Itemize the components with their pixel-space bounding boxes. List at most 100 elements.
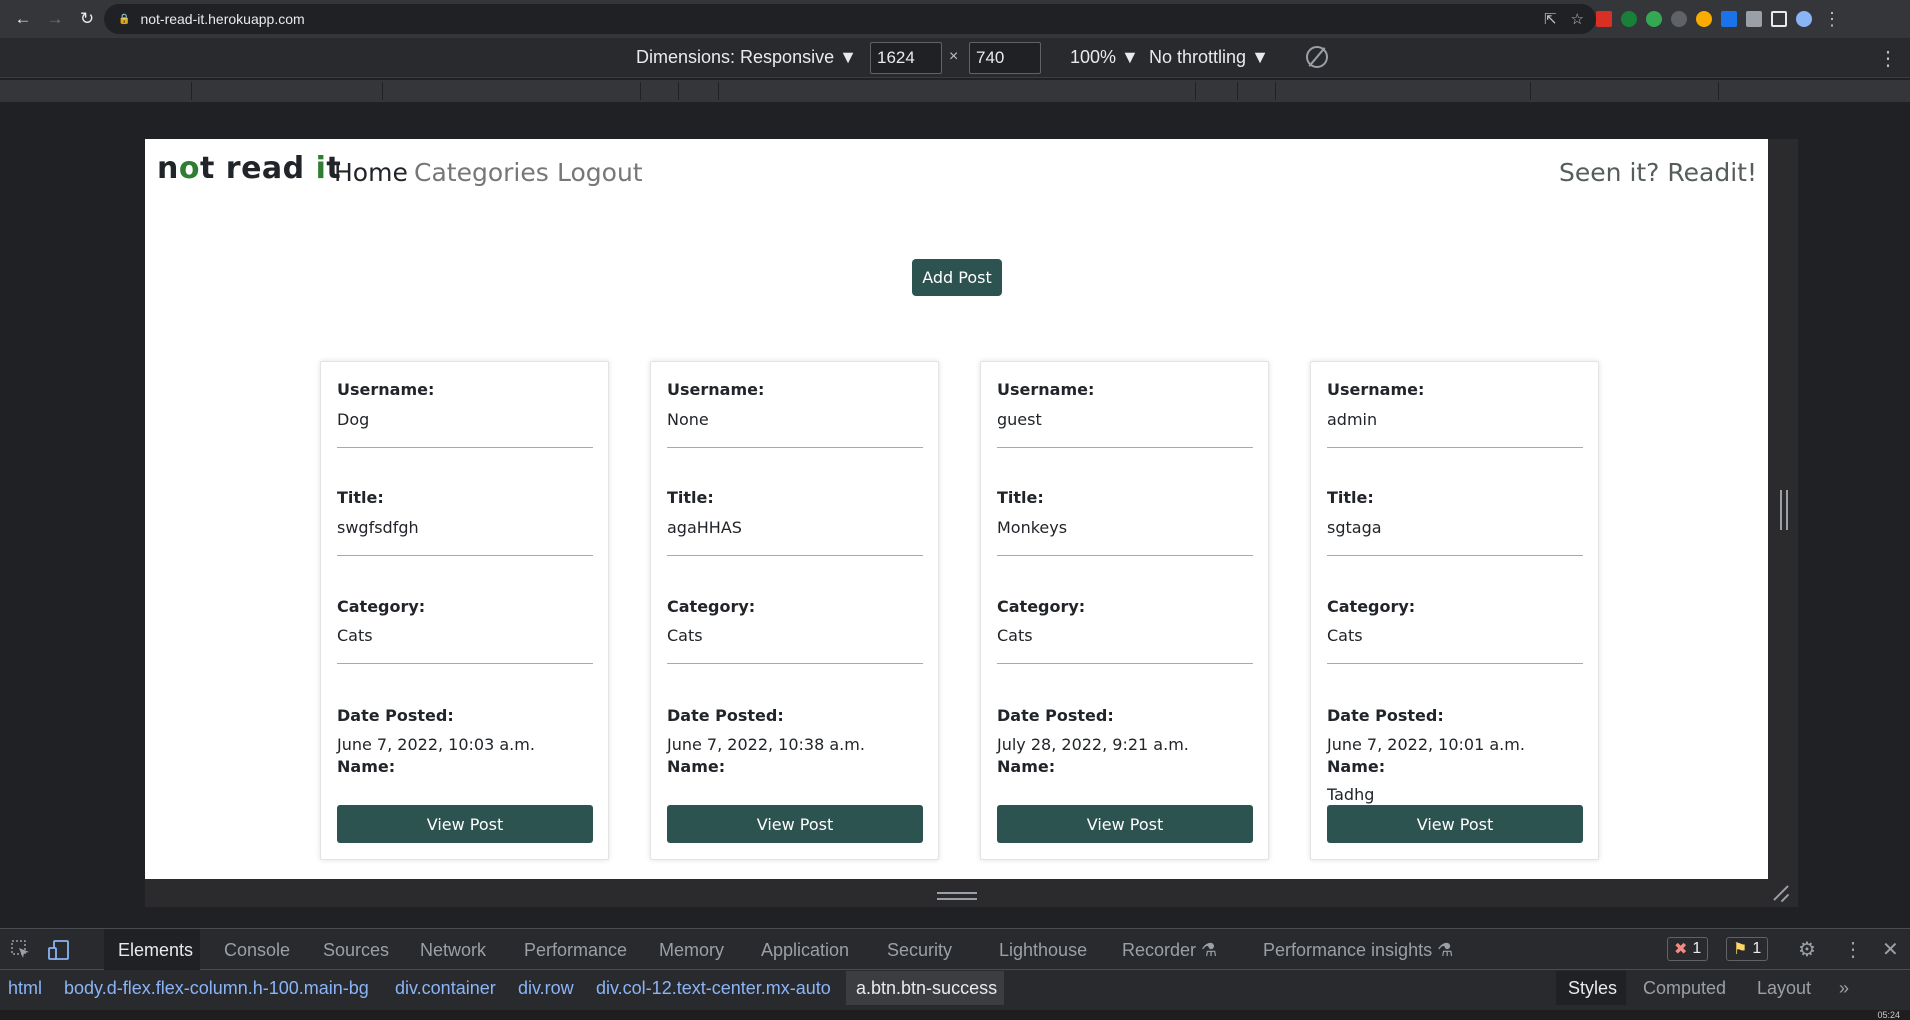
post-username: None bbox=[667, 410, 709, 429]
post-username-label: Username: bbox=[1327, 380, 1425, 399]
settings-gear-icon[interactable]: ⚙ bbox=[1798, 937, 1816, 962]
reload-icon[interactable]: ↻ bbox=[74, 6, 100, 32]
divider bbox=[997, 663, 1253, 664]
post-name-label: Name: bbox=[997, 757, 1056, 776]
resize-corner-handle[interactable] bbox=[1773, 884, 1791, 902]
breadcrumb-col[interactable]: div.col-12.text-center.mx-auto bbox=[596, 978, 831, 999]
resize-height-handle[interactable] bbox=[937, 892, 977, 900]
tab-recorder[interactable]: Recorder ⚗ bbox=[1122, 940, 1217, 961]
rotate-icon[interactable] bbox=[1306, 46, 1328, 68]
tab-computed[interactable]: Computed bbox=[1643, 978, 1726, 999]
post-card: Username: admin Title: sgtaga Category: Cats D… bbox=[1310, 361, 1599, 860]
divider bbox=[997, 447, 1253, 448]
device-options-kebab-icon[interactable]: ⋮ bbox=[1878, 46, 1898, 71]
more-tabs-icon[interactable]: » bbox=[1839, 978, 1849, 999]
tab-styles[interactable]: Styles bbox=[1568, 978, 1617, 999]
post-date: June 7, 2022, 10:38 a.m. bbox=[667, 735, 865, 754]
devtools-kebab-icon[interactable]: ⋮ bbox=[1843, 937, 1863, 962]
divider bbox=[997, 555, 1253, 556]
post-card: Username: None Title: agaHHAS Category: Cats D… bbox=[650, 361, 939, 860]
media-query-ruler[interactable] bbox=[0, 80, 1910, 102]
extension-b-icon[interactable] bbox=[1646, 11, 1662, 27]
extension-red-icon[interactable] bbox=[1596, 11, 1612, 27]
post-date-label: Date Posted: bbox=[667, 706, 784, 725]
warning-count-badge[interactable]: ⚑ 1 bbox=[1726, 937, 1769, 961]
device-width-input[interactable]: 1624 bbox=[870, 42, 942, 74]
puzzle-icon[interactable] bbox=[1746, 11, 1762, 27]
tab-network[interactable]: Network bbox=[420, 940, 486, 961]
tab-lighthouse[interactable]: Lighthouse bbox=[999, 940, 1087, 961]
breadcrumb: html body.d-flex.flex-column.h-100.main-… bbox=[0, 971, 1556, 1005]
post-category-label: Category: bbox=[667, 597, 756, 616]
close-icon[interactable]: ✕ bbox=[1882, 937, 1899, 962]
post-username-label: Username: bbox=[337, 380, 435, 399]
post-username: admin bbox=[1327, 410, 1378, 429]
post-title: sgtaga bbox=[1327, 518, 1382, 537]
clock: 05:24 bbox=[1877, 1010, 1900, 1020]
tab-memory[interactable]: Memory bbox=[659, 940, 724, 961]
view-post-button[interactable]: View Post bbox=[337, 805, 593, 843]
side-panel-icon[interactable] bbox=[1771, 11, 1787, 27]
device-toggle-icon[interactable] bbox=[48, 939, 70, 961]
tab-performance-insights[interactable]: Performance insights ⚗ bbox=[1263, 940, 1453, 961]
nav-categories-link[interactable]: Categories bbox=[414, 158, 549, 187]
post-username-label: Username: bbox=[667, 380, 765, 399]
tab-elements[interactable]: Elements bbox=[118, 940, 193, 961]
resize-width-handle[interactable] bbox=[1780, 490, 1788, 530]
post-username: Dog bbox=[337, 410, 370, 429]
avatar[interactable] bbox=[1796, 11, 1812, 27]
divider bbox=[667, 447, 923, 448]
breadcrumb-html[interactable]: html bbox=[8, 978, 42, 999]
tab-application[interactable]: Application bbox=[761, 940, 849, 961]
extension-s-icon[interactable] bbox=[1671, 11, 1687, 27]
breadcrumb-selected[interactable]: a.btn.btn-success bbox=[856, 978, 997, 999]
error-count-badge[interactable]: ✖ 1 bbox=[1667, 937, 1709, 961]
arrow-right-icon[interactable]: → bbox=[42, 6, 68, 32]
post-name-label: Name: bbox=[1327, 757, 1386, 776]
extensions-area: ⋮ bbox=[1596, 4, 1841, 34]
site-logo[interactable]: not read it bbox=[157, 151, 341, 186]
breadcrumb-row[interactable]: div.row bbox=[518, 978, 574, 999]
extension-green-icon[interactable] bbox=[1621, 11, 1637, 27]
extension-pen-icon[interactable] bbox=[1721, 11, 1737, 27]
view-post-button[interactable]: View Post bbox=[667, 805, 923, 843]
post-name-label: Name: bbox=[667, 757, 726, 776]
error-icon: ✖ bbox=[1674, 941, 1688, 958]
post-category: Cats bbox=[1327, 626, 1363, 645]
view-post-button[interactable]: View Post bbox=[1327, 805, 1583, 843]
extension-g-icon[interactable] bbox=[1696, 11, 1712, 27]
dimensions-select[interactable]: Dimensions: Responsive ▼ bbox=[636, 47, 857, 68]
add-post-button[interactable]: Add Post bbox=[912, 259, 1002, 296]
post-category: Cats bbox=[667, 626, 703, 645]
device-height-input[interactable]: 740 bbox=[969, 42, 1041, 74]
post-date-label: Date Posted: bbox=[337, 706, 454, 725]
tab-performance[interactable]: Performance bbox=[524, 940, 627, 961]
site-tagline: Seen it? Readit! bbox=[1559, 158, 1757, 187]
tab-sources[interactable]: Sources bbox=[323, 940, 389, 961]
address-bar[interactable]: 🔒 not-read-it.herokuapp.com ⇱ ☆ bbox=[104, 4, 1596, 34]
post-name-label: Name: bbox=[337, 757, 396, 776]
tab-security[interactable]: Security bbox=[887, 940, 952, 961]
breadcrumb-body[interactable]: body.d-flex.flex-column.h-100.main-bg bbox=[64, 978, 369, 999]
throttling-select[interactable]: No throttling ▼ bbox=[1149, 47, 1269, 68]
tab-console[interactable]: Console bbox=[224, 940, 290, 961]
post-title-label: Title: bbox=[667, 488, 714, 507]
view-post-button[interactable]: View Post bbox=[997, 805, 1253, 843]
menu-kebab-icon[interactable]: ⋮ bbox=[1823, 9, 1841, 30]
flask-icon: ⚗ bbox=[1201, 940, 1218, 960]
divider bbox=[337, 447, 593, 448]
breadcrumb-container[interactable]: div.container bbox=[395, 978, 496, 999]
zoom-select[interactable]: 100% ▼ bbox=[1070, 47, 1139, 68]
inspect-element-icon[interactable] bbox=[10, 939, 32, 961]
post-card: Username: Dog Title: swgfsdfgh Category: Cats… bbox=[320, 361, 609, 860]
post-title: Monkeys bbox=[997, 518, 1068, 537]
post-date-label: Date Posted: bbox=[1327, 706, 1444, 725]
bookmark-star-icon[interactable]: ☆ bbox=[1571, 10, 1584, 28]
arrow-left-icon[interactable]: ← bbox=[10, 6, 36, 32]
nav-home-link[interactable]: Home bbox=[334, 158, 408, 187]
devtools-tabbar: Elements Console Sources Network Perform… bbox=[0, 929, 1910, 970]
share-icon[interactable]: ⇱ bbox=[1544, 10, 1557, 28]
tab-layout[interactable]: Layout bbox=[1757, 978, 1811, 999]
nav-logout-link[interactable]: Logout bbox=[557, 158, 643, 187]
post-category: Cats bbox=[337, 626, 373, 645]
